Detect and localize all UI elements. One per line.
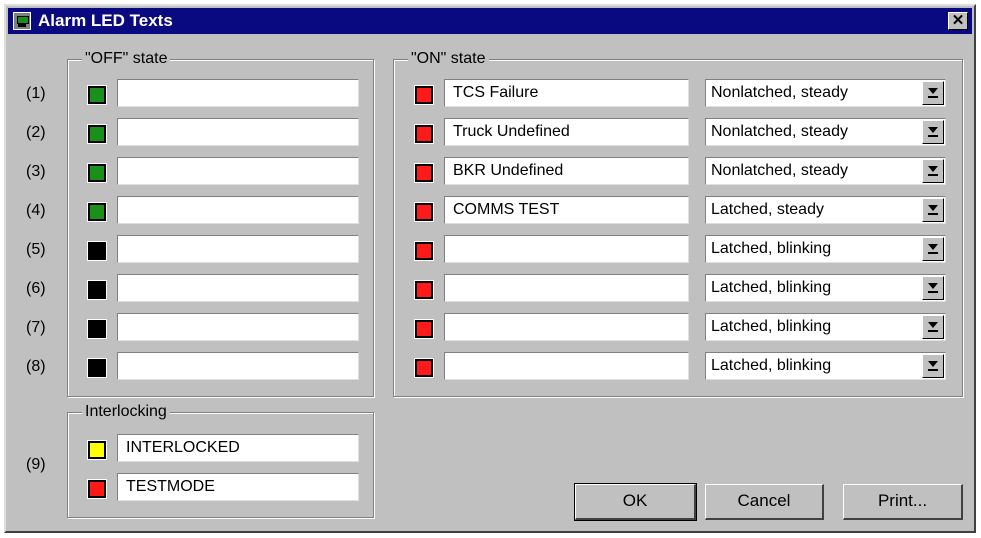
window-title: Alarm LED Texts (38, 11, 173, 30)
off-led-8[interactable] (87, 358, 107, 378)
interlock-led-2[interactable] (87, 479, 107, 499)
row-label-3: (3) (26, 163, 46, 180)
off-text-field-3[interactable] (117, 157, 359, 185)
on-text-field-1[interactable]: TCS Failure (444, 79, 689, 107)
on-text-field-8[interactable] (444, 352, 689, 380)
row-label-1: (1) (26, 85, 46, 102)
on-led-5[interactable] (414, 241, 434, 261)
off-led-4[interactable] (87, 202, 107, 222)
on-text-field-5[interactable] (444, 235, 689, 263)
app-icon[interactable] (13, 12, 31, 30)
mode-value-8: Latched, blinking (711, 357, 832, 374)
off-text-field-4[interactable] (117, 196, 359, 224)
mode-dropdown-1[interactable]: Nonlatched, steady (705, 79, 946, 107)
dropdown-arrow-icon[interactable] (922, 237, 944, 261)
off-led-5[interactable] (87, 241, 107, 261)
dropdown-arrow-icon[interactable] (922, 198, 944, 222)
off-text-field-6[interactable] (117, 274, 359, 302)
off-state-group: "OFF" state (67, 49, 374, 397)
row-label-9: (9) (26, 456, 46, 473)
mode-dropdown-6[interactable]: Latched, blinking (705, 274, 946, 302)
dialog-window: Alarm LED Texts ✕ "OFF" state "ON" state… (4, 4, 976, 533)
off-text-field-7[interactable] (117, 313, 359, 341)
on-led-4[interactable] (414, 202, 434, 222)
off-text-field-2[interactable] (117, 118, 359, 146)
mode-value-1: Nonlatched, steady (711, 84, 848, 101)
row-label-6: (6) (26, 280, 46, 297)
mode-value-4: Latched, steady (711, 201, 824, 218)
dropdown-arrow-icon[interactable] (922, 120, 944, 144)
dropdown-arrow-icon[interactable] (922, 276, 944, 300)
mode-dropdown-7[interactable]: Latched, blinking (705, 313, 946, 341)
mode-dropdown-8[interactable]: Latched, blinking (705, 352, 946, 380)
on-text-field-6[interactable] (444, 274, 689, 302)
interlocking-label: Interlocking (82, 402, 170, 422)
dropdown-arrow-icon[interactable] (922, 315, 944, 339)
dropdown-arrow-icon[interactable] (922, 354, 944, 378)
mode-dropdown-3[interactable]: Nonlatched, steady (705, 157, 946, 185)
interlock-led-1[interactable] (87, 440, 107, 460)
on-text-field-3[interactable]: BKR Undefined (444, 157, 689, 185)
interlocking-group: Interlocking (67, 402, 374, 518)
off-text-field-1[interactable] (117, 79, 359, 107)
on-state-label: "ON" state (408, 49, 489, 69)
mode-dropdown-5[interactable]: Latched, blinking (705, 235, 946, 263)
on-led-2[interactable] (414, 124, 434, 144)
on-text-field-2[interactable]: Truck Undefined (444, 118, 689, 146)
row-label-2: (2) (26, 124, 46, 141)
off-led-2[interactable] (87, 124, 107, 144)
dropdown-arrow-icon[interactable] (922, 81, 944, 105)
on-led-7[interactable] (414, 319, 434, 339)
off-state-label: "OFF" state (82, 49, 171, 69)
title-bar[interactable]: Alarm LED Texts ✕ (8, 8, 972, 34)
mode-value-2: Nonlatched, steady (711, 123, 848, 140)
cancel-button[interactable]: Cancel (705, 484, 824, 520)
off-led-7[interactable] (87, 319, 107, 339)
close-button[interactable]: ✕ (948, 12, 968, 30)
mode-dropdown-2[interactable]: Nonlatched, steady (705, 118, 946, 146)
off-text-field-5[interactable] (117, 235, 359, 263)
interlock-text-field-2[interactable]: TESTMODE (117, 473, 359, 501)
mode-value-7: Latched, blinking (711, 318, 832, 335)
row-label-8: (8) (26, 358, 46, 375)
print-button[interactable]: Print... (843, 484, 963, 520)
off-led-6[interactable] (87, 280, 107, 300)
on-led-6[interactable] (414, 280, 434, 300)
on-led-1[interactable] (414, 85, 434, 105)
interlock-text-field-1[interactable]: INTERLOCKED (117, 434, 359, 462)
off-led-1[interactable] (87, 85, 107, 105)
mode-value-6: Latched, blinking (711, 279, 832, 296)
on-led-8[interactable] (414, 358, 434, 378)
off-text-field-8[interactable] (117, 352, 359, 380)
mode-value-3: Nonlatched, steady (711, 162, 848, 179)
row-label-7: (7) (26, 319, 46, 336)
on-state-group: "ON" state (393, 49, 963, 397)
row-label-4: (4) (26, 202, 46, 219)
off-led-3[interactable] (87, 163, 107, 183)
on-led-3[interactable] (414, 163, 434, 183)
mode-dropdown-4[interactable]: Latched, steady (705, 196, 946, 224)
ok-button[interactable]: OK (574, 483, 697, 521)
dropdown-arrow-icon[interactable] (922, 159, 944, 183)
on-text-field-4[interactable]: COMMS TEST (444, 196, 689, 224)
mode-value-5: Latched, blinking (711, 240, 832, 257)
on-text-field-7[interactable] (444, 313, 689, 341)
row-label-5: (5) (26, 241, 46, 258)
